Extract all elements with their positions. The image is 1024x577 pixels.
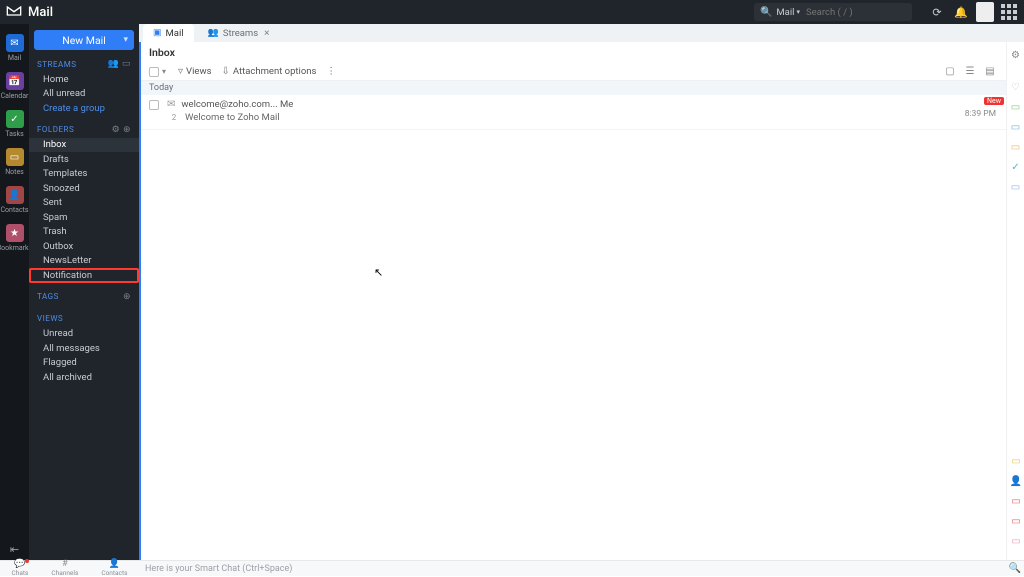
tab-streams[interactable]: 👥 Streams × (198, 24, 280, 42)
views-button[interactable]: ▿Views (178, 66, 211, 77)
smart-chat-placeholder[interactable]: Here is your Smart Chat (Ctrl+Space) (139, 564, 1006, 574)
thread-count: 2 (169, 113, 179, 122)
sidebar-folder-newsletter[interactable]: NewsLetter (29, 254, 139, 269)
tags-section-header[interactable]: TAGS ⊕ (29, 289, 139, 305)
sidebar-folder-trash[interactable]: Trash (29, 225, 139, 240)
rail-calendar[interactable]: 📅Calendar (0, 68, 29, 106)
widget-tasks-icon[interactable]: ▭ (1009, 100, 1023, 114)
rail-mail[interactable]: ✉Mail (0, 30, 29, 68)
notification-bell-icon[interactable]: 🔔 (952, 3, 970, 21)
mail-content: Inbox ▾ ▿Views ⇩Attachment options ⋮ ▢ ☰… (139, 42, 1006, 560)
message-row[interactable]: New ✉ welcome@zoho.com... Me 2 Welcome t… (141, 95, 1006, 130)
search-scope-dropdown[interactable]: Mail ▾ (776, 7, 800, 18)
widget-contacts-icon[interactable]: ▭ (1009, 140, 1023, 154)
sidebar-folder-notification[interactable]: Notification (29, 268, 139, 283)
filter-icon: ▿ (178, 66, 183, 77)
widget-bottom-2-icon[interactable]: 👤 (1009, 474, 1023, 488)
rail-tasks[interactable]: ✓Tasks (0, 106, 29, 144)
create-group-link[interactable]: Create a group (29, 101, 139, 116)
chat-icon: 💬 (14, 560, 25, 569)
layout-toggle-3-icon[interactable]: ▤ (982, 64, 998, 80)
kebab-icon: ⋮ (326, 66, 336, 77)
streams-icon: 👥 (208, 28, 219, 38)
sidebar-view-flagged[interactable]: Flagged (29, 356, 139, 371)
widget-calendar-icon[interactable]: ♡ (1009, 80, 1023, 94)
message-from: welcome@zoho.com... Me (181, 99, 293, 110)
brand-title: Mail (28, 5, 53, 20)
sidebar-folder-sent[interactable]: Sent (29, 196, 139, 211)
sidebar-folder-outbox[interactable]: Outbox (29, 239, 139, 254)
sidebar-item-all-unread[interactable]: All unread (29, 87, 139, 102)
select-dropdown-icon[interactable]: ▾ (162, 67, 166, 76)
tabs-row: ▣ Mail 👥 Streams × (139, 24, 1024, 42)
list-toolbar: ▾ ▿Views ⇩Attachment options ⋮ ▢ ☰ ▤ (141, 63, 1006, 81)
message-checkbox[interactable] (149, 100, 159, 110)
sidebar-folder-templates[interactable]: Templates (29, 167, 139, 182)
sidebar-view-unread[interactable]: Unread (29, 327, 139, 342)
chatbar-chats[interactable]: 💬Chats (12, 560, 29, 577)
tab-mail[interactable]: ▣ Mail (143, 24, 194, 42)
mail-brand-icon (6, 3, 22, 22)
rail-contacts[interactable]: 👤Contacts (0, 182, 29, 220)
chevron-down-icon[interactable]: ▾ (123, 35, 128, 45)
widget-bottom-3-icon[interactable]: ▭ (1009, 494, 1023, 508)
rail-notes[interactable]: ▭Notes (0, 144, 29, 182)
attachment-options-button[interactable]: ⇩Attachment options (222, 66, 317, 77)
widget-bottom-1-icon[interactable]: ▭ (1009, 454, 1023, 468)
attachment-icon: ⇩ (222, 66, 230, 77)
views-section-header[interactable]: VIEWS (29, 311, 139, 327)
chatbar-channels[interactable]: #Channels (51, 560, 78, 577)
collapse-rail-icon[interactable]: ⇤ (0, 543, 29, 556)
folders-section-header[interactable]: FOLDERS ⚙ ⊕ (29, 122, 139, 138)
new-badge: New (984, 97, 1004, 105)
date-group-today: Today (141, 81, 1006, 95)
sidebar-folder-drafts[interactable]: Drafts (29, 152, 139, 167)
chevron-down-icon: ▾ (796, 8, 800, 16)
streams-section-header[interactable]: STREAMS 👥 ▭ (29, 56, 139, 72)
app-rail: ✉Mail 📅Calendar ✓Tasks ▭Notes 👤Contacts … (0, 24, 29, 560)
user-avatar[interactable] (976, 3, 994, 21)
more-options-button[interactable]: ⋮ (326, 66, 336, 77)
folder-title: Inbox (141, 42, 1006, 63)
sidebar: New Mail ▾ STREAMS 👥 ▭ Home All unread C… (29, 24, 139, 560)
sidebar-folder-inbox[interactable]: Inbox (29, 138, 139, 153)
channels-icon: # (62, 560, 68, 569)
select-all-checkbox[interactable] (149, 67, 159, 77)
settings-gear-icon[interactable]: ⚙ (1009, 48, 1023, 62)
chat-bar: 💬Chats #Channels 👤Contacts Here is your … (0, 560, 1024, 576)
new-mail-button[interactable]: New Mail ▾ (34, 30, 134, 50)
message-subject: Welcome to Zoho Mail (185, 112, 280, 123)
sidebar-view-all-archived[interactable]: All archived (29, 370, 139, 385)
folders-settings-icon[interactable]: ⚙ ⊕ (112, 125, 131, 135)
chatbar-contacts[interactable]: 👤Contacts (101, 560, 127, 577)
sidebar-item-home[interactable]: Home (29, 72, 139, 87)
widget-check-icon[interactable]: ✓ (1009, 160, 1023, 174)
global-search[interactable]: 🔍 Mail ▾ (754, 3, 912, 21)
chat-search-icon[interactable]: 🔍 (1006, 563, 1024, 574)
widget-bottom-4-icon[interactable]: ▭ (1009, 514, 1023, 528)
sync-icon[interactable]: ⟳ (928, 3, 946, 21)
widget-bookmarks-icon[interactable]: ▭ (1009, 180, 1023, 194)
mail-icon: ▣ (153, 28, 162, 38)
close-tab-icon[interactable]: × (264, 28, 269, 39)
top-bar: Mail 🔍 Mail ▾ ⟳ 🔔 (0, 0, 1024, 24)
layout-toggle-1-icon[interactable]: ▢ (942, 64, 958, 80)
contacts-icon: 👤 (109, 560, 120, 569)
sidebar-folder-snoozed[interactable]: Snoozed (29, 181, 139, 196)
widget-notes-icon[interactable]: ▭ (1009, 120, 1023, 134)
apps-grid-icon[interactable] (1000, 3, 1018, 21)
message-time: 8:39 PM (965, 109, 996, 119)
streams-settings-icon[interactable]: 👥 ▭ (108, 59, 131, 69)
sidebar-view-all-messages[interactable]: All messages (29, 341, 139, 356)
layout-toggle-2-icon[interactable]: ☰ (962, 64, 978, 80)
widget-bottom-5-icon[interactable]: ▭ (1009, 534, 1023, 548)
rail-bookmarks[interactable]: ★Bookmarks (0, 220, 29, 258)
right-widget-rail: ⚙ ♡ ▭ ▭ ▭ ✓ ▭ ▭ 👤 ▭ ▭ ▭ (1006, 42, 1024, 560)
envelope-icon: ✉ (167, 99, 175, 110)
search-icon: 🔍 (760, 7, 772, 18)
add-tag-icon[interactable]: ⊕ (123, 292, 131, 302)
sidebar-folder-spam[interactable]: Spam (29, 210, 139, 225)
search-input[interactable] (806, 7, 906, 18)
